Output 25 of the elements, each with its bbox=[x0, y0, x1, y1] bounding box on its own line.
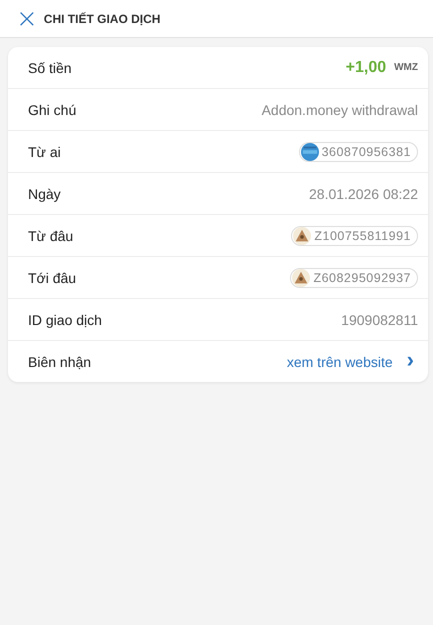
wallet-id: Z100755811991 bbox=[314, 228, 411, 242]
chevron-icon[interactable]: › bbox=[400, 351, 418, 372]
amount-value: +1,00 bbox=[346, 58, 386, 76]
field-label: ID giao dịch bbox=[28, 312, 102, 328]
wallet-id: 360870956381 bbox=[322, 144, 411, 158]
field-label: Ghi chú bbox=[28, 102, 76, 118]
pyramid-icon bbox=[293, 226, 312, 244]
field-label: Ngày bbox=[28, 186, 61, 202]
close-button[interactable]: × bbox=[14, 8, 40, 28]
wallet-chip[interactable]: 360870956381 bbox=[298, 142, 418, 162]
field-label: Từ đâu bbox=[28, 228, 74, 244]
pyramid-icon bbox=[292, 268, 310, 286]
page-title: CHI TIẾT GIAO DỊCH bbox=[44, 12, 160, 26]
field-label: Từ ai bbox=[28, 144, 61, 160]
field-label: Số tiền bbox=[28, 60, 72, 76]
wallet-chip[interactable]: Z100755811991 bbox=[291, 226, 418, 246]
field-label: Biên nhận bbox=[28, 354, 92, 370]
wallet-chip[interactable]: Z608295092937 bbox=[290, 268, 418, 288]
field-value: 28.01.2026 08:22 bbox=[309, 186, 418, 202]
field-label: Tới đâu bbox=[28, 270, 76, 286]
currency-label: WMZ bbox=[394, 62, 418, 73]
wallet-id: Z608295092937 bbox=[313, 270, 411, 284]
field-value: 1909082811 bbox=[341, 312, 418, 328]
field-value: Addon.money withdrawal bbox=[262, 102, 418, 118]
website-link[interactable]: xem trên website bbox=[286, 354, 393, 370]
